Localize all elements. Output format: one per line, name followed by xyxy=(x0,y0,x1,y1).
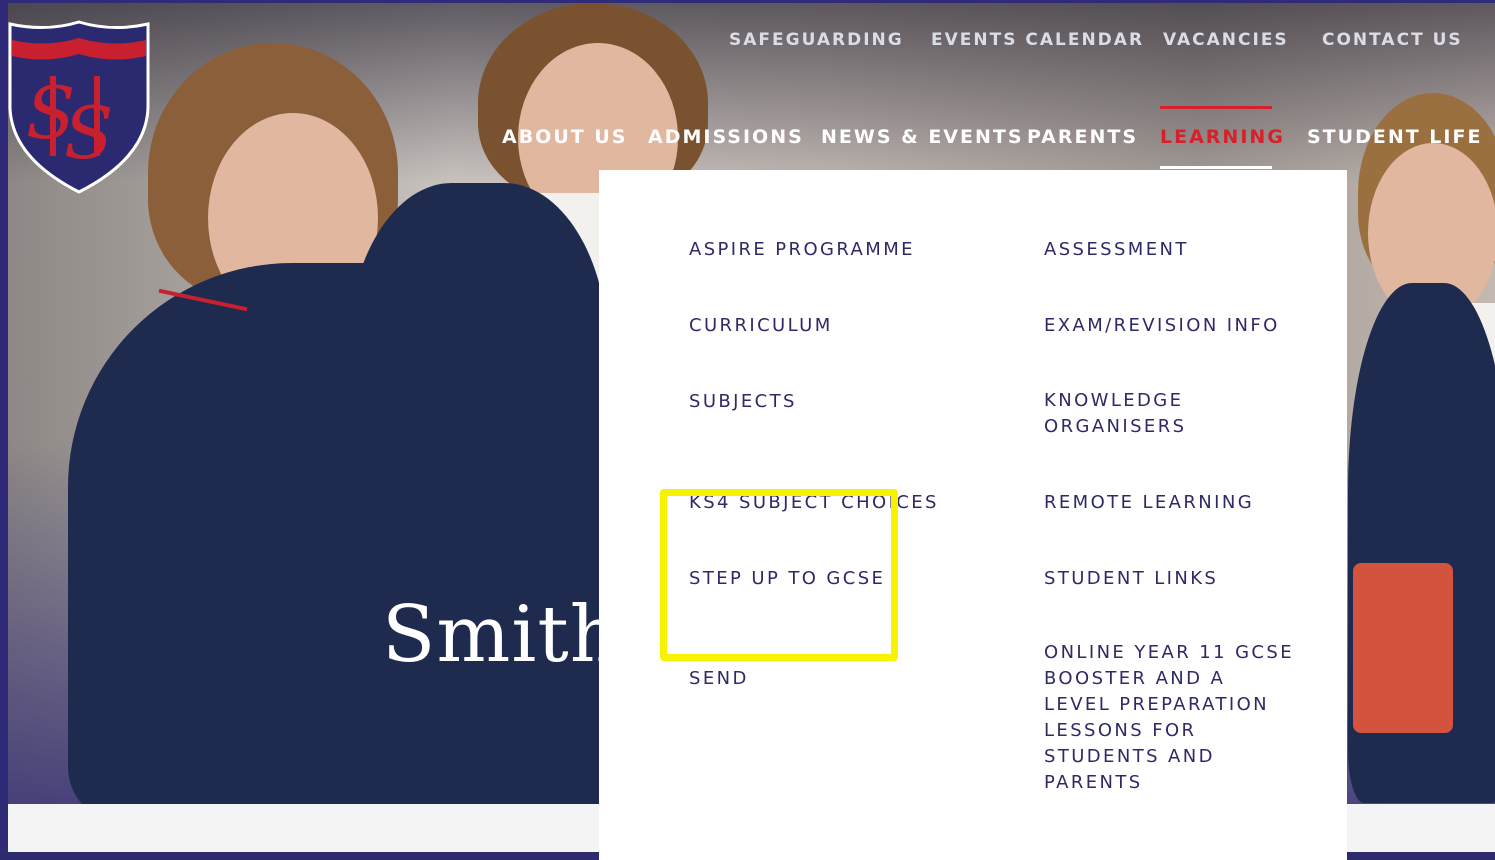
nav-student-life[interactable]: STUDENT LIFE xyxy=(1307,126,1482,148)
menu-item-exam-revision-info[interactable]: EXAM/REVISION INFO xyxy=(1044,313,1280,339)
active-indicator xyxy=(1160,106,1272,109)
menu-item-assessment[interactable]: ASSESSMENT xyxy=(1044,237,1189,263)
menu-item-step-up-to-gcse[interactable]: STEP UP TO GCSE xyxy=(689,566,885,592)
nav-vacancies[interactable]: VACANCIES xyxy=(1163,30,1289,50)
student-blazer xyxy=(348,183,608,603)
menu-item-curriculum[interactable]: CURRICULUM xyxy=(689,313,833,339)
nav-events-calendar[interactable]: EVENTS CALENDAR xyxy=(931,30,1144,50)
menu-item-remote-learning[interactable]: REMOTE LEARNING xyxy=(1044,490,1254,516)
nav-contact-us[interactable]: CONTACT US xyxy=(1322,30,1463,50)
nav-about-us[interactable]: ABOUT US xyxy=(502,126,627,148)
menu-item-send[interactable]: SEND xyxy=(689,666,749,692)
active-tab-connector xyxy=(1160,166,1272,169)
nav-news-events[interactable]: NEWS & EVENTS xyxy=(821,126,1024,148)
nav-admissions[interactable]: ADMISSIONS xyxy=(648,126,804,148)
nav-learning[interactable]: LEARNING xyxy=(1160,126,1285,148)
menu-item-ks4-subject-choices[interactable]: KS4 SUBJECT CHOICES xyxy=(689,490,939,516)
menu-item-online-year-11-booster[interactable]: ONLINE YEAR 11 GCSE BOOSTER AND A LEVEL … xyxy=(1044,640,1294,796)
flour-bag xyxy=(1353,563,1453,733)
main-nav: ABOUT US ADMISSIONS NEWS & EVENTS PARENT… xyxy=(0,126,1495,152)
menu-item-aspire-programme[interactable]: ASPIRE PROGRAMME xyxy=(689,237,915,263)
nav-parents[interactable]: PARENTS xyxy=(1027,126,1138,148)
learning-dropdown-menu: ASPIRE PROGRAMME CURRICULUM SUBJECTS KS4… xyxy=(599,170,1347,860)
menu-item-knowledge-organisers[interactable]: KNOWLEDGE ORGANISERS xyxy=(1044,388,1194,440)
nav-safeguarding[interactable]: SAFEGUARDING xyxy=(729,30,904,50)
utility-nav: SAFEGUARDING EVENTS CALENDAR VACANCIES C… xyxy=(0,30,1495,54)
menu-item-subjects[interactable]: SUBJECTS xyxy=(689,389,797,415)
menu-item-student-links[interactable]: STUDENT LINKS xyxy=(1044,566,1218,592)
